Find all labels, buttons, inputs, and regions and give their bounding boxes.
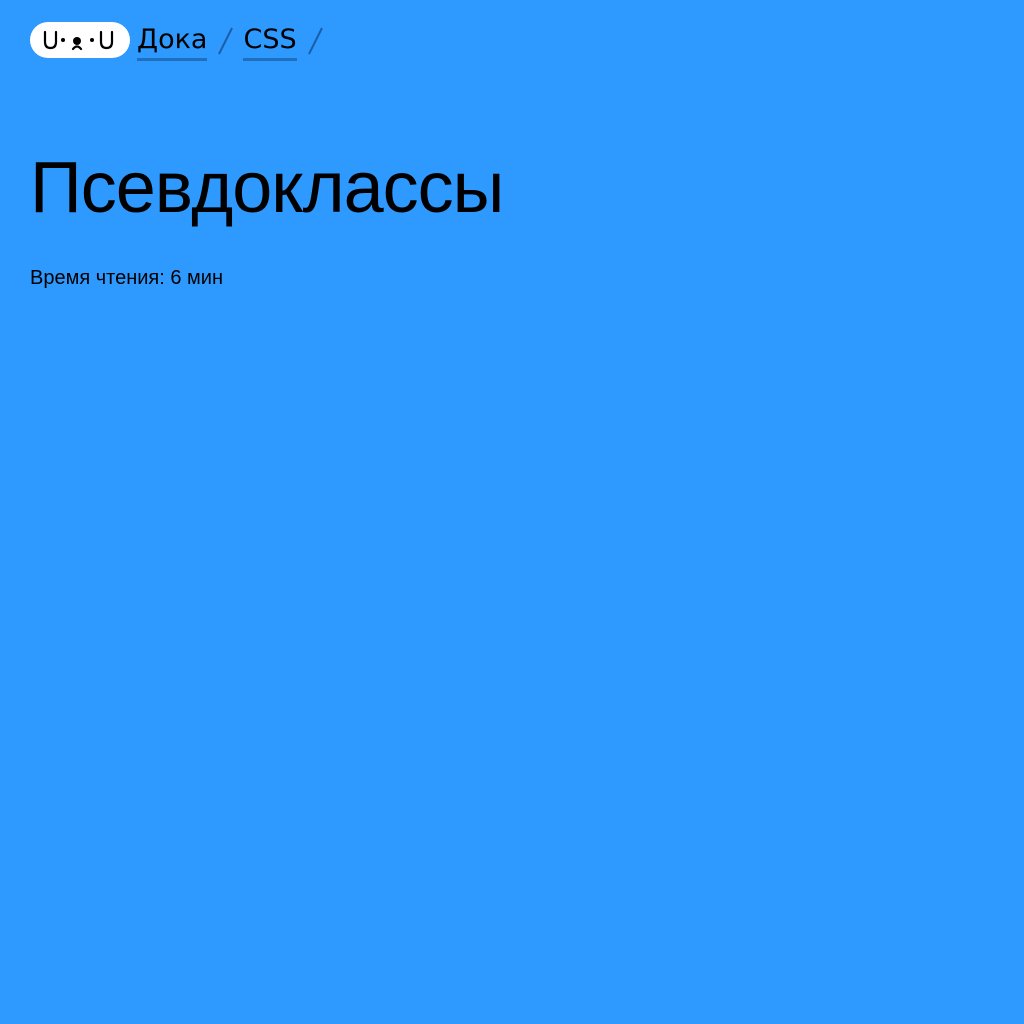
reading-time: Время чтения: 6 мин: [30, 267, 224, 289]
breadcrumb-link-css[interactable]: CSS: [243, 22, 297, 61]
home-logo-link[interactable]: [30, 22, 130, 58]
page-title: Псевдоклассы: [30, 148, 504, 228]
breadcrumb: Дока CSS: [30, 22, 333, 62]
slash-separator-icon: [303, 22, 327, 58]
slash-separator-icon: [213, 22, 237, 58]
doka-logo-icon: [43, 30, 114, 51]
breadcrumb-link-doka[interactable]: Дока: [137, 22, 208, 61]
